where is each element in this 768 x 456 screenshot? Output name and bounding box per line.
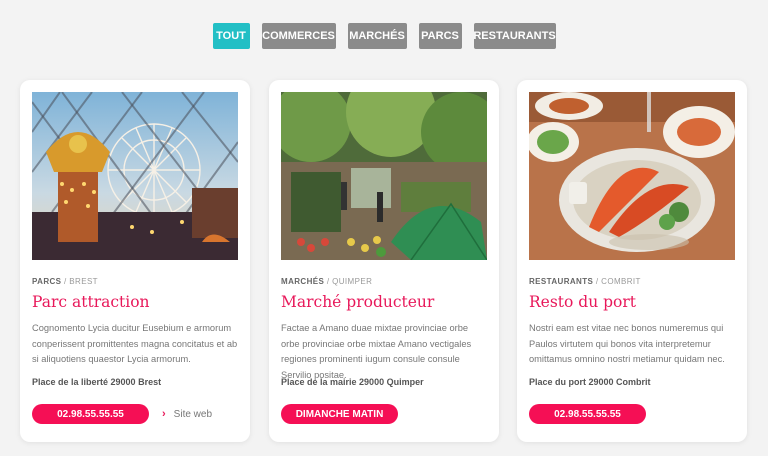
city-label: BREST xyxy=(69,277,98,286)
category-label: MARCHÉS xyxy=(281,277,325,286)
filter-restaurants-button[interactable]: RESTAURANTS xyxy=(473,23,556,49)
listing-card-marche-producteur: MARCHÉS / QUIMPER Marché producteur Fact… xyxy=(269,80,499,442)
website-link-label: Site web xyxy=(173,408,213,420)
city-label: COMBRIT xyxy=(601,277,641,286)
card-description: Cognomento Lycia ducitur Eusebium e armo… xyxy=(32,323,238,365)
card-meta: RESTAURANTS / COMBRIT xyxy=(529,277,641,286)
card-address: Place du port 29000 Combrit xyxy=(529,377,651,387)
city-label: QUIMPER xyxy=(332,277,373,286)
card-address: Place de la mairie 29000 Quimper xyxy=(281,377,424,387)
filter-marches-button[interactable]: MARCHÉS xyxy=(347,23,407,49)
category-filter-bar: TOUT COMMERCES MARCHÉS PARCS RESTAURANTS xyxy=(0,23,768,49)
card-description: Nostri eam est vitae nec bonos numeremus… xyxy=(529,323,725,365)
filter-all-button[interactable]: TOUT xyxy=(212,23,250,49)
card-title[interactable]: Parc attraction xyxy=(32,293,150,311)
card-meta: PARCS / BREST xyxy=(32,277,98,286)
filter-commerces-button[interactable]: COMMERCES xyxy=(261,23,336,49)
phone-button[interactable]: 02.98.55.55.55 xyxy=(529,404,646,424)
listing-card-resto-du-port: RESTAURANTS / COMBRIT Resto du port Nost… xyxy=(517,80,747,442)
chevron-right-icon: › xyxy=(162,408,166,420)
seafood-platter-image[interactable] xyxy=(529,92,735,260)
category-label: PARCS xyxy=(32,277,62,286)
card-title[interactable]: Resto du port xyxy=(529,293,636,311)
website-link[interactable]: › Site web xyxy=(162,408,212,420)
card-description: Factae a Amano duae mixtae provinciae or… xyxy=(281,323,472,380)
market-image[interactable] xyxy=(281,92,487,260)
card-meta: MARCHÉS / QUIMPER xyxy=(281,277,372,286)
listing-card-parc-attraction: PARCS / BREST Parc attraction Cognomento… xyxy=(20,80,250,442)
schedule-button[interactable]: DIMANCHE MATIN xyxy=(281,404,398,424)
card-title[interactable]: Marché producteur xyxy=(281,293,434,311)
amusement-park-image[interactable] xyxy=(32,92,238,260)
filter-parcs-button[interactable]: PARCS xyxy=(418,23,462,49)
card-address: Place de la liberté 29000 Brest xyxy=(32,377,162,387)
phone-button[interactable]: 02.98.55.55.55 xyxy=(32,404,149,424)
category-label: RESTAURANTS xyxy=(529,277,594,286)
